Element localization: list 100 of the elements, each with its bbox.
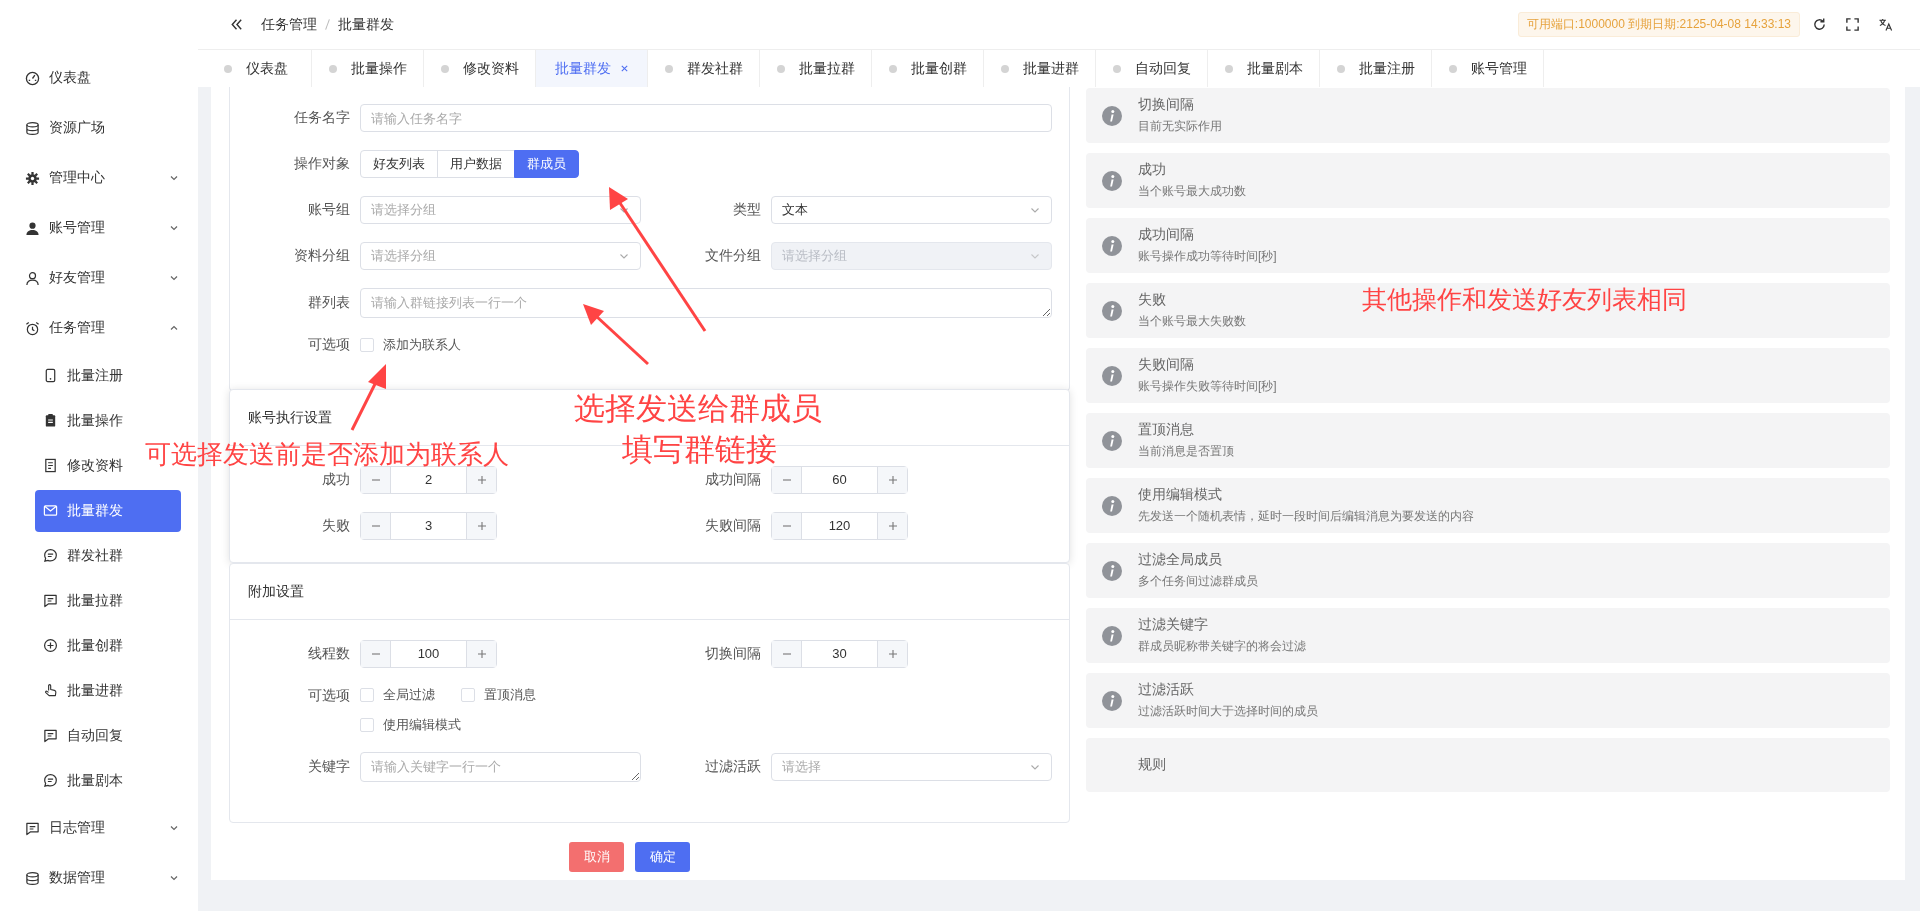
help-description: 目前无实际作用 [1138, 118, 1222, 135]
sidebar-item[interactable]: 管理中心 [0, 153, 198, 203]
refresh-icon[interactable] [1812, 17, 1827, 32]
sidebar-item[interactable]: 自动回复 [35, 714, 137, 757]
checkbox[interactable] [360, 718, 374, 732]
stepper-value: 60 [831, 471, 848, 489]
breadcrumb-current: 批量群发 [338, 15, 394, 34]
help-description: 多个任务间过滤群成员 [1138, 573, 1258, 590]
info-icon [1102, 560, 1122, 581]
field-label: 失败间隔 [704, 517, 761, 535]
collapse-icon[interactable] [229, 17, 244, 32]
fullscreen-icon[interactable] [1845, 17, 1860, 32]
sidebar-item[interactable]: 日志管理 [0, 803, 198, 853]
help-title: 过滤关键字 [1138, 616, 1209, 634]
sidebar-item[interactable]: 群发社群 [35, 534, 137, 577]
checkbox-label[interactable]: 使用编辑模式 [383, 716, 461, 734]
sidebar-item[interactable]: 批量注册 [35, 354, 137, 397]
info-icon [1102, 170, 1122, 191]
segment-option[interactable]: 好友列表 [360, 150, 438, 178]
increment-button[interactable] [877, 513, 907, 539]
sidebar-item[interactable]: 仪表盘 [0, 53, 198, 103]
chat-icon [43, 728, 58, 743]
breadcrumb-link[interactable]: 任务管理 [261, 15, 317, 34]
sidebar-item[interactable]: 批量群发 [35, 489, 181, 532]
segment-option[interactable]: 用户数据 [437, 150, 515, 178]
confirm-button[interactable]: 确定 [635, 842, 690, 872]
tab[interactable]: 批量群发 [536, 50, 648, 87]
sidebar-item[interactable]: 批量创群 [35, 624, 137, 667]
sidebar-item[interactable]: 账号管理 [0, 203, 198, 253]
field-label: 切换间隔 [704, 645, 761, 663]
plus-icon [475, 474, 488, 486]
sidebar-item[interactable]: 批量剧本 [35, 759, 137, 802]
gear-icon [25, 170, 40, 186]
sidebar-item[interactable]: 好友管理 [0, 253, 198, 303]
alarm-clock-icon [25, 320, 40, 336]
increment-button[interactable] [466, 641, 496, 667]
number-stepper[interactable]: 120 [771, 512, 908, 540]
number-stepper[interactable]: 100 [360, 640, 497, 668]
field-label: 失败 [321, 517, 350, 535]
checkbox[interactable] [461, 688, 475, 702]
phone-icon [43, 368, 58, 383]
help-title: 切换间隔 [1138, 96, 1195, 114]
decrement-button[interactable] [772, 467, 802, 493]
section-title: 附加设置 [230, 564, 1069, 620]
segment-option[interactable]: 群成员 [514, 150, 579, 178]
checkbox[interactable] [360, 338, 374, 352]
help-description: 群成员昵称带关键字的将会过滤 [1138, 638, 1306, 655]
field-label: 任务名字 [293, 109, 350, 127]
sidebar-item[interactable]: 批量操作 [35, 399, 137, 442]
number-stepper[interactable]: 2 [360, 466, 497, 494]
number-stepper[interactable]: 3 [360, 512, 497, 540]
number-stepper[interactable]: 30 [771, 640, 908, 668]
decrement-button[interactable] [361, 467, 391, 493]
info-icon [1102, 690, 1122, 711]
help-description: 账号操作失败等待时间[秒] [1138, 378, 1277, 395]
increment-button[interactable] [466, 467, 496, 493]
field-label: 文件分组 [704, 247, 761, 265]
info-icon [1102, 365, 1122, 386]
increment-button[interactable] [466, 513, 496, 539]
translate-icon[interactable] [1878, 17, 1893, 32]
decrement-button[interactable] [772, 641, 802, 667]
help-description: 先发送一个随机表情，延时一段时间后编辑消息为要发送的内容 [1138, 508, 1474, 525]
number-stepper[interactable]: 60 [771, 466, 908, 494]
help-title: 失败间隔 [1138, 356, 1195, 374]
annotation-text: 选择发送给群成员 [574, 392, 822, 427]
increment-button[interactable] [877, 467, 907, 493]
sidebar-item[interactable]: 修改资料 [35, 444, 137, 487]
sidebar-item[interactable]: 数据管理 [0, 853, 198, 903]
stepper-value: 120 [827, 517, 852, 535]
decrement-button[interactable] [361, 641, 391, 667]
chat-icon [43, 593, 58, 608]
decrement-button[interactable] [772, 513, 802, 539]
checkbox-label[interactable]: 置顶消息 [484, 686, 536, 704]
task-name-field[interactable]: 请输入任务名字 [360, 104, 1052, 132]
info-icon [1102, 495, 1122, 516]
field-label: 可选项 [307, 686, 350, 704]
help-title: 成功间隔 [1138, 226, 1195, 244]
plus-circle-icon [43, 638, 58, 653]
plus-icon [475, 648, 488, 660]
help-title: 规则 [1138, 756, 1166, 774]
close-icon[interactable] [619, 64, 629, 73]
plus-icon [886, 520, 899, 532]
document-icon [43, 458, 58, 473]
select-field[interactable]: 文本 [771, 196, 1052, 224]
field-label: 关键字 [307, 758, 350, 776]
sidebar-item[interactable]: 任务管理 [0, 303, 198, 353]
help-description: 当个账号最大成功数 [1138, 183, 1246, 200]
checkbox-label[interactable]: 添加为联系人 [383, 336, 461, 354]
checkbox-label[interactable]: 全局过滤 [383, 686, 435, 704]
plus-icon [886, 648, 899, 660]
sidebar-item[interactable]: 批量进群 [35, 669, 137, 712]
field-label: 可选项 [307, 336, 350, 354]
increment-button[interactable] [877, 641, 907, 667]
annotation-text: 可选择发送前是否添加为联系人 [145, 440, 509, 469]
help-description: 账号操作成功等待时间[秒] [1138, 248, 1277, 265]
sidebar-item[interactable]: 批量拉群 [35, 579, 137, 622]
help-title: 过滤活跃 [1138, 681, 1195, 699]
sidebar-item[interactable]: 资源广场 [0, 103, 198, 153]
decrement-button[interactable] [361, 513, 391, 539]
checkbox[interactable] [360, 688, 374, 702]
